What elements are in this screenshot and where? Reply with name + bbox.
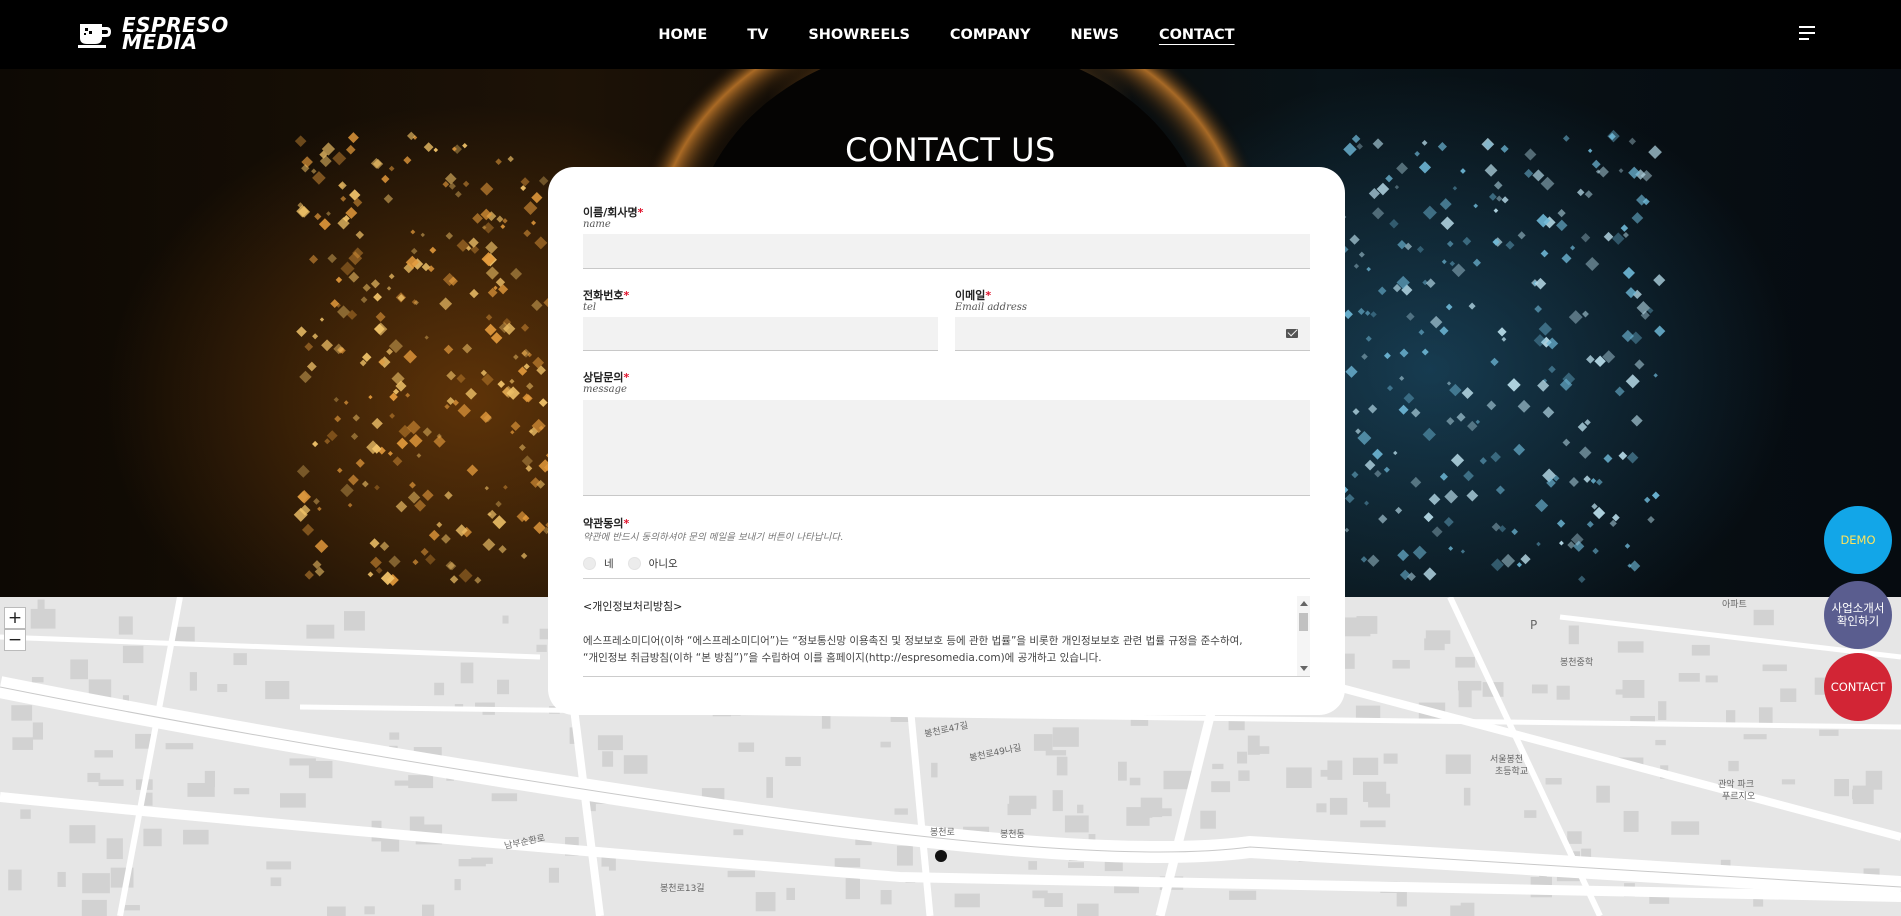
divider <box>583 578 1310 579</box>
tel-label: 전화번호* <box>583 289 630 302</box>
hamburger-icon[interactable] <box>1799 26 1815 40</box>
name-input[interactable] <box>583 234 1310 269</box>
nav-contact[interactable]: CONTACT <box>1139 27 1255 43</box>
svg-text:P: P <box>1530 618 1537 632</box>
tel-sublabel: tel <box>583 302 597 313</box>
espreso-media-logo[interactable]: ESPRESO MEDIA <box>76 15 229 52</box>
contact-label: CONTACT <box>1830 679 1886 694</box>
svg-text:푸르지오: 푸르지오 <box>1722 791 1755 802</box>
svg-text:봉천중학: 봉천중학 <box>1560 657 1593 668</box>
privacy-scrollbar[interactable] <box>1297 596 1310 676</box>
envelope-icon <box>1286 329 1298 338</box>
svg-text:봉천로: 봉천로 <box>930 827 955 838</box>
main-nav: HOME TV SHOWREELS COMPANY NEWS CONTACT <box>0 0 1901 69</box>
tel-input[interactable] <box>583 317 938 351</box>
svg-text:봉천로13길: 봉천로13길 <box>660 883 705 894</box>
site-header: ESPRESO MEDIA HOME TV SHOWREELS COMPANY … <box>0 0 1901 69</box>
nav-company[interactable]: COMPANY <box>930 27 1051 43</box>
message-label: 상담문의* <box>583 371 630 384</box>
map-zoom-controls: + − <box>4 607 26 651</box>
privacy-body: 에스프레소미디어(이하 “에스프레소미디어”)는 “정보통신망 이용촉진 및 정… <box>583 633 1288 667</box>
floating-contact-button[interactable]: CONTACT <box>1824 653 1892 721</box>
name-sublabel: name <box>583 219 611 230</box>
map-marker-icon <box>935 850 947 862</box>
scroll-up-arrow-icon[interactable] <box>1300 601 1308 606</box>
contact-form-card: 이름/회사명* name 전화번호* tel 이메일* Email addres… <box>548 167 1345 715</box>
email-input[interactable] <box>955 317 1310 351</box>
nav-tv[interactable]: TV <box>727 27 788 43</box>
svg-text:서울봉천: 서울봉천 <box>1490 754 1523 765</box>
name-label: 이름/회사명* <box>583 206 644 219</box>
demo-button[interactable]: DEMO <box>1824 506 1892 574</box>
logo-text: ESPRESO MEDIA <box>122 15 229 52</box>
page-title: CONTACT US <box>845 131 1056 169</box>
zoom-in-button[interactable]: + <box>4 607 26 629</box>
svg-text:관악 파크: 관악 파크 <box>1718 778 1754 790</box>
scroll-thumb[interactable] <box>1299 613 1308 631</box>
svg-text:초등학교: 초등학교 <box>1495 766 1528 777</box>
coffee-cup-logo-icon <box>76 18 116 50</box>
zoom-out-button[interactable]: − <box>4 629 26 651</box>
nav-home[interactable]: HOME <box>638 27 727 43</box>
privacy-policy-box[interactable]: <개인정보처리방침> 에스프레소미디어(이하 “에스프레소미디어”)는 “정보통… <box>583 596 1310 677</box>
agree-radio-group: 네 아니오 <box>583 556 692 571</box>
message-textarea[interactable] <box>583 400 1310 496</box>
privacy-title: <개인정보처리방침> <box>583 600 683 613</box>
agree-no-radio[interactable] <box>627 557 641 570</box>
email-sublabel: Email address <box>955 302 1028 313</box>
brochure-button[interactable]: 사업소개서 확인하기 <box>1824 581 1892 649</box>
privacy-line: “개인정보 취급방침(이하 “본 방침”)”을 수립하여 이를 홈페이지(htt… <box>583 652 1102 664</box>
agree-no-label: 아니오 <box>648 558 678 570</box>
email-label: 이메일* <box>955 289 992 302</box>
demo-label: DEMO <box>1840 532 1876 547</box>
svg-text:아파트: 아파트 <box>1722 599 1747 610</box>
brochure-label: 사업소개서 확인하기 <box>1831 601 1885 628</box>
scroll-down-arrow-icon[interactable] <box>1300 666 1308 671</box>
nav-news[interactable]: NEWS <box>1050 27 1138 43</box>
agree-yes-label: 네 <box>604 558 614 570</box>
agree-sublabel: 약관에 반드시 동의하셔야 문의 메일을 보내기 버튼이 나타납니다. <box>583 532 844 543</box>
privacy-line: 에스프레소미디어(이하 “에스프레소미디어”)는 “정보통신망 이용촉진 및 정… <box>583 635 1243 647</box>
nav-showreels[interactable]: SHOWREELS <box>788 27 930 43</box>
agree-yes-radio[interactable] <box>583 557 596 570</box>
svg-text:봉천동: 봉천동 <box>1000 829 1025 840</box>
message-sublabel: message <box>583 384 627 395</box>
